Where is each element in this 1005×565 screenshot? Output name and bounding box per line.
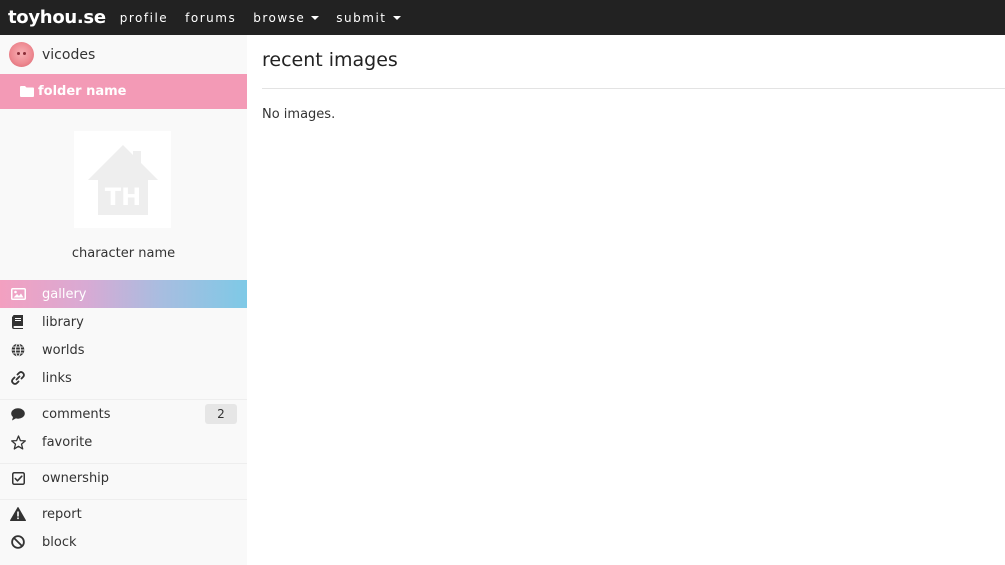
nav-browse-label: browse xyxy=(253,10,306,25)
house-placeholder-icon: TH xyxy=(87,144,158,215)
image-icon xyxy=(10,286,26,302)
nav-profile-label: profile xyxy=(119,10,169,25)
nav-browse-dropdown[interactable]: browse xyxy=(253,10,320,25)
folder-label: folder name xyxy=(38,84,127,99)
menu-divider xyxy=(0,492,247,500)
nav-submit-dropdown[interactable]: submit xyxy=(336,10,401,25)
sidebar-item-links[interactable]: links xyxy=(0,364,247,392)
check-square-icon xyxy=(10,470,26,486)
sidebar-item-comments[interactable]: comments 2 xyxy=(0,400,247,428)
sidebar-item-label: comments xyxy=(42,406,111,422)
folder-link[interactable]: folder name xyxy=(0,74,247,109)
sidebar: vicodes folder name TH character name ga… xyxy=(0,35,247,565)
sidebar-item-label: links xyxy=(42,370,72,386)
warning-icon xyxy=(10,506,26,522)
sidebar-item-block[interactable]: block xyxy=(0,528,247,556)
user-link[interactable]: vicodes xyxy=(0,35,247,74)
menu-divider xyxy=(0,392,247,400)
brand-logo[interactable]: toyhou.se xyxy=(8,7,106,28)
main-content: recent images No images. xyxy=(247,35,1005,565)
page-title: recent images xyxy=(262,49,398,71)
comment-icon xyxy=(10,406,26,422)
caret-down-icon xyxy=(392,15,401,20)
star-icon xyxy=(10,434,26,450)
sidebar-item-worlds[interactable]: worlds xyxy=(0,336,247,364)
sidebar-item-label: favorite xyxy=(42,434,93,450)
link-icon xyxy=(10,370,26,386)
user-name: vicodes xyxy=(42,46,96,63)
character-thumbnail[interactable]: TH xyxy=(74,131,171,228)
sidebar-item-favorite[interactable]: favorite xyxy=(0,428,247,456)
comment-count-badge: 2 xyxy=(205,404,237,424)
folder-icon xyxy=(20,86,34,97)
sidebar-item-label: library xyxy=(42,314,84,330)
sidebar-item-label: worlds xyxy=(42,342,85,358)
nav-forums[interactable]: forums xyxy=(185,11,236,25)
menu-divider xyxy=(0,456,247,464)
caret-down-icon xyxy=(311,15,320,20)
character-name[interactable]: character name xyxy=(0,246,247,261)
nav-submit-label: submit xyxy=(336,10,387,25)
globe-icon xyxy=(10,342,26,358)
sidebar-item-library[interactable]: library xyxy=(0,308,247,336)
sidebar-item-ownership[interactable]: ownership xyxy=(0,464,247,492)
empty-state-text: No images. xyxy=(262,107,336,122)
character-block: TH character name xyxy=(0,109,247,280)
nav-forums-label: forums xyxy=(185,10,237,25)
title-divider xyxy=(262,88,1005,89)
sidebar-item-gallery[interactable]: gallery xyxy=(0,280,247,308)
book-icon xyxy=(10,314,26,330)
ban-icon xyxy=(10,534,26,550)
nav-profile[interactable]: profile xyxy=(120,11,168,25)
sidebar-item-report[interactable]: report xyxy=(0,500,247,528)
avatar xyxy=(9,42,34,67)
sidebar-item-label: block xyxy=(42,534,77,550)
sidebar-item-label: report xyxy=(42,506,82,522)
thumb-text: TH xyxy=(104,183,140,211)
sidebar-item-label: ownership xyxy=(42,470,110,486)
top-navbar: toyhou.se profile forums browse submit xyxy=(0,0,1005,35)
sidebar-item-label: gallery xyxy=(42,286,87,302)
